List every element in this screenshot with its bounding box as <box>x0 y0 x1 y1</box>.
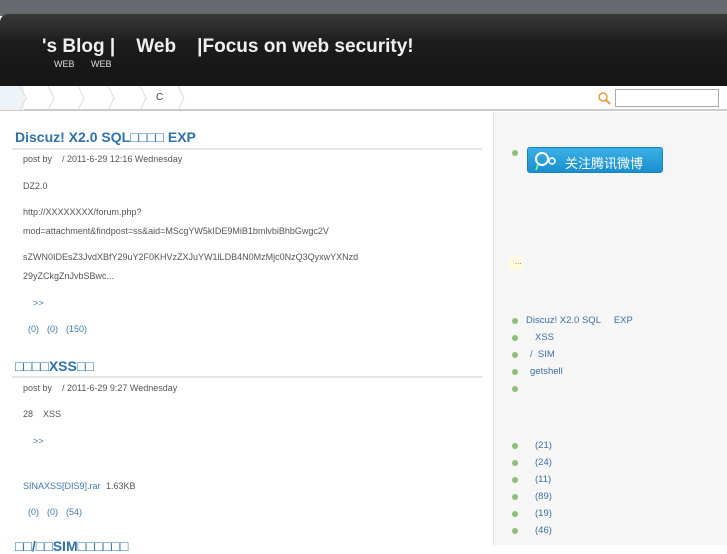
bullet-icon <box>512 352 518 358</box>
weibo-button-label: 关注腾讯微博 <box>565 156 644 171</box>
recent-post-link[interactable]: XSS <box>535 332 554 343</box>
bullet-icon <box>512 318 518 324</box>
follow-tencent-weibo-button[interactable]: 关注腾讯微博 <box>527 147 663 173</box>
site-title[interactable]: 's Blog | Web |Focus on web security! <box>42 36 414 58</box>
read-more-link[interactable]: >> <box>33 298 44 308</box>
bullet-icon <box>512 477 518 483</box>
post-meta: post by / 2011-6-29 9:27 Wednesday <box>23 383 178 393</box>
post-title[interactable]: □□/□□SIM□□□□□□ <box>15 538 128 554</box>
bullet-icon <box>512 494 518 500</box>
bullet-icon <box>512 386 518 392</box>
nav-item-c[interactable]: C <box>156 92 163 103</box>
category-count[interactable]: (46) <box>535 525 552 536</box>
nav-item-1[interactable] <box>26 86 56 110</box>
category-count[interactable]: (19) <box>535 508 552 519</box>
bullet-icon <box>512 511 518 517</box>
nav-item-4[interactable] <box>116 86 146 110</box>
views-link[interactable]: (54) <box>66 507 82 517</box>
divider <box>12 148 482 150</box>
search-icon[interactable] <box>597 91 611 105</box>
site-subtitle-2: WEB <box>91 59 112 69</box>
attachment-size: 1.63KB <box>106 481 136 491</box>
read-more-link[interactable]: >> <box>33 436 44 446</box>
category-count[interactable]: (21) <box>535 440 552 451</box>
sidebar-note: ... <box>509 257 523 270</box>
post-text: DZ2.0 <box>23 181 48 191</box>
trackbacks-link[interactable]: (0) <box>47 324 58 334</box>
post-text: sZWN0IDEsZ3JvdXBfY29uY2F0KHVzZXJuYW1lLDB… <box>23 252 359 262</box>
post-title[interactable]: Discuz! X2.0 SQL□□□□ EXP <box>15 129 196 145</box>
attachment-link[interactable]: SINAXSS[DIS9].rar <box>23 481 101 491</box>
bullet-icon <box>512 150 518 156</box>
site-header: 's Blog | Web |Focus on web security! WE… <box>0 14 727 86</box>
nav-item-2[interactable] <box>56 86 86 110</box>
bullet-icon <box>512 528 518 534</box>
post-text: mod=attachment&findpost=ss&aid=MScgYW5kI… <box>23 226 329 236</box>
category-count[interactable]: (89) <box>535 491 552 502</box>
comments-link[interactable]: (0) <box>28 324 39 334</box>
views-link[interactable]: (150) <box>66 324 87 334</box>
recent-post-link[interactable]: getshell <box>530 366 563 377</box>
recent-post-link[interactable]: / SIM <box>530 349 555 360</box>
category-count[interactable]: (24) <box>535 457 552 468</box>
site-subtitle-1: WEB <box>54 59 75 69</box>
post-text: 29yZCkgZnJvbSBwc... <box>23 271 115 281</box>
bullet-icon <box>512 443 518 449</box>
recent-post-link[interactable]: Discuz! X2.0 SQL EXP <box>526 315 633 326</box>
comments-link[interactable]: (0) <box>28 507 39 517</box>
post-meta: post by / 2011-6-29 12:16 Wednesday <box>23 154 183 164</box>
divider <box>12 376 482 378</box>
post-text: http://XXXXXXXX/forum.php? <box>23 207 142 217</box>
nav-item-3[interactable] <box>86 86 116 110</box>
bullet-icon <box>512 460 518 466</box>
search-input[interactable] <box>615 89 719 107</box>
weibo-icon <box>535 152 556 171</box>
post-text: 28 XSS <box>23 409 62 419</box>
sidebar <box>493 112 727 545</box>
trackbacks-link[interactable]: (0) <box>47 507 58 517</box>
bullet-icon <box>512 335 518 341</box>
bullet-icon <box>512 369 518 375</box>
category-count[interactable]: (11) <box>535 474 551 485</box>
post-title[interactable]: □□□□XSS□□ <box>15 358 94 374</box>
